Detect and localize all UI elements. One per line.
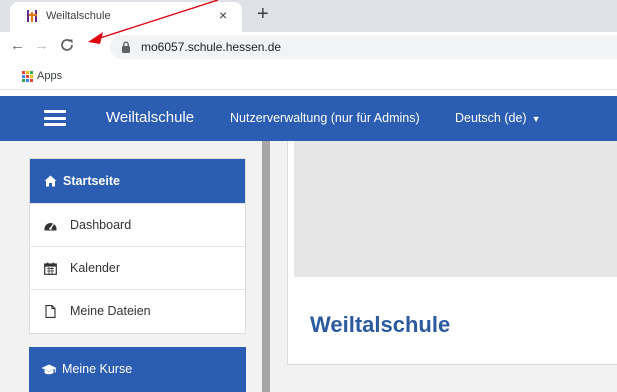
reload-icon[interactable] <box>58 36 76 54</box>
sidebar-item-label: Startseite <box>63 174 120 188</box>
drawer-scrollbar[interactable] <box>262 141 270 392</box>
sidebar-item-startseite[interactable]: Startseite <box>30 159 245 203</box>
language-menu[interactable]: Deutsch (de) ▼ <box>455 111 540 125</box>
page-header-card: Weiltalschule <box>287 141 617 365</box>
apps-bookmark[interactable]: Apps <box>37 70 62 82</box>
page-content: Startseite Dashboard Kalender Meine Date… <box>0 141 617 392</box>
sidebar-item-meine-dateien[interactable]: Meine Dateien <box>30 289 245 332</box>
nav-drawer-home-block: Startseite Dashboard Kalender Meine Date… <box>29 158 246 334</box>
forward-button[interactable]: → <box>34 37 49 54</box>
site-name-link[interactable]: Weiltalschule <box>106 109 194 126</box>
caret-down-icon: ▼ <box>531 113 541 124</box>
back-button[interactable]: ← <box>10 37 25 54</box>
home-icon <box>44 175 57 187</box>
sidebar-item-dashboard[interactable]: Dashboard <box>30 203 245 246</box>
browser-tabstrip: Weiltalschule × + <box>0 0 617 32</box>
url-text[interactable]: mo6057.schule.hessen.de <box>141 40 281 54</box>
graduation-cap-icon <box>41 364 57 375</box>
user-management-link[interactable]: Nutzerverwaltung (nur für Admins) <box>230 111 420 125</box>
file-icon <box>45 305 56 318</box>
browser-toolbar: ← → mo6057.schule.hessen.de <box>0 32 617 62</box>
tab-close-button[interactable]: × <box>219 7 227 23</box>
sidebar-item-kalender[interactable]: Kalender <box>30 246 245 289</box>
browser-tab[interactable]: Weiltalschule × <box>10 2 242 32</box>
page-title: Weiltalschule <box>310 312 451 337</box>
sidebar-item-label: Dashboard <box>70 218 132 232</box>
site-navbar: Weiltalschule Nutzerverwaltung (nur für … <box>0 96 617 141</box>
lock-icon[interactable] <box>121 41 131 53</box>
sidebar-item-label: Kalender <box>70 261 121 275</box>
header-image <box>294 141 617 277</box>
sidebar-item-meine-kurse[interactable]: Meine Kurse <box>29 347 246 392</box>
calendar-icon <box>44 262 57 275</box>
bookmarks-bar: Apps <box>0 62 617 90</box>
apps-grid-icon[interactable] <box>22 71 33 82</box>
sidebar-item-label: Meine Dateien <box>70 304 151 318</box>
moodle-favicon-icon <box>27 10 37 22</box>
new-tab-button[interactable]: + <box>257 2 269 26</box>
tab-title: Weiltalschule <box>46 10 111 22</box>
language-label: Deutsch (de) <box>455 111 527 125</box>
address-bar[interactable]: mo6057.schule.hessen.de <box>110 35 617 59</box>
dashboard-icon <box>44 223 57 231</box>
menu-toggle-icon[interactable] <box>44 110 66 126</box>
sidebar-item-label: Meine Kurse <box>62 362 133 376</box>
